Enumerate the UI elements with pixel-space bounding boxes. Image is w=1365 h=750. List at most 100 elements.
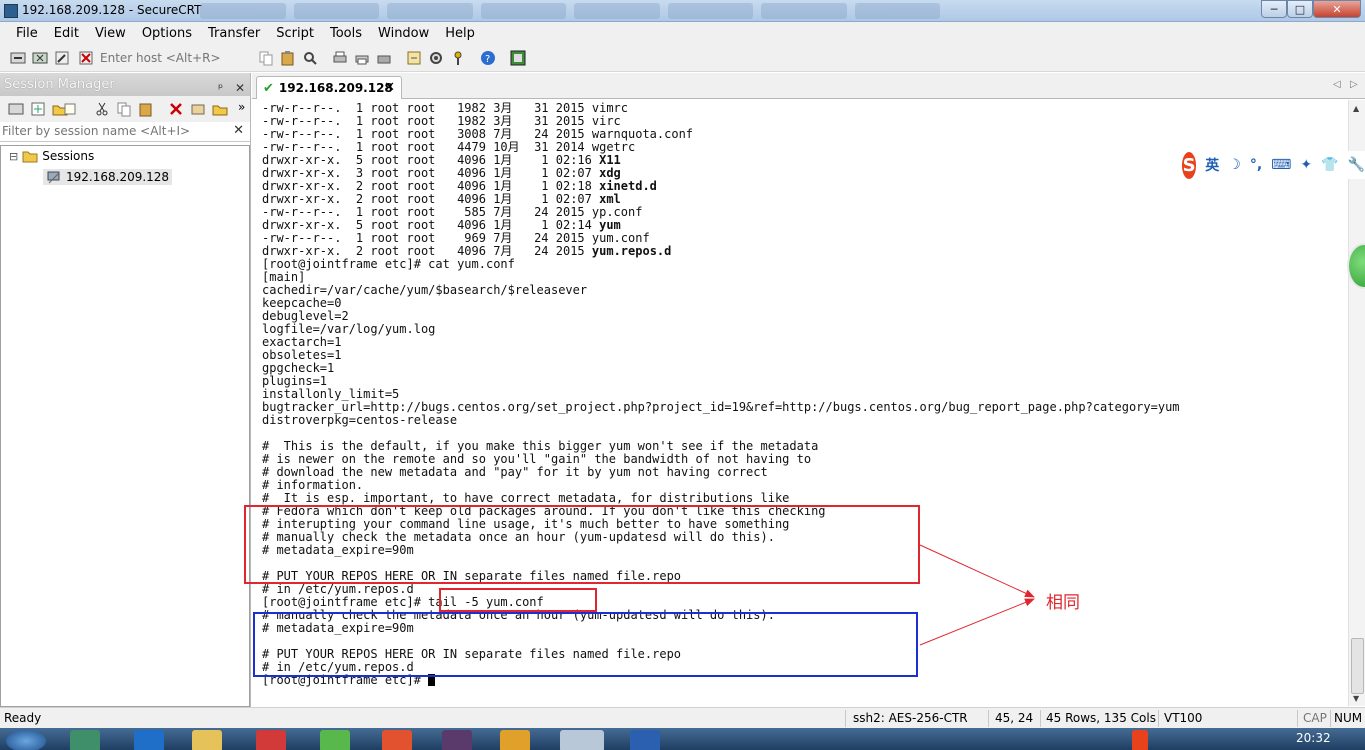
close-tab-icon[interactable]: ✕ [384, 80, 395, 95]
cut-icon[interactable] [94, 101, 110, 117]
directory-name: yum.repos.d [591, 244, 672, 258]
start-button-icon[interactable] [6, 730, 46, 750]
close-window-button[interactable]: ✕ [1313, 0, 1361, 18]
paste-icon[interactable] [280, 50, 296, 66]
directory-name: xml [599, 192, 621, 206]
directory-name: xdg [599, 166, 621, 180]
maximize-button[interactable]: □ [1287, 0, 1313, 18]
taskbar-clock: 20:32 [1296, 731, 1331, 745]
directory-name: X11 [599, 153, 621, 167]
clear-filter-icon[interactable]: ✕ [233, 123, 244, 138]
menu-script[interactable]: Script [268, 26, 322, 41]
taskbar-app-1-icon[interactable] [70, 730, 100, 750]
ime-keyboard-icon[interactable]: ⌨ [1271, 157, 1291, 173]
ime-language-toggle[interactable]: 英 [1205, 155, 1219, 175]
taskbar-explorer-icon[interactable] [192, 730, 222, 750]
terminal-line: exactarch=1 [262, 335, 342, 349]
menu-bar: File Edit View Options Transfer Script T… [0, 22, 1365, 44]
menu-options[interactable]: Options [134, 26, 200, 41]
printer-setup-icon[interactable] [376, 50, 392, 66]
menu-view[interactable]: View [87, 26, 134, 41]
securecrt-app-icon [4, 4, 18, 18]
menu-transfer[interactable]: Transfer [200, 26, 268, 41]
minimize-button[interactable]: ─ [1261, 0, 1287, 18]
collapse-icon[interactable]: ⊟ [9, 150, 18, 163]
copy-session-icon[interactable] [116, 101, 132, 117]
status-num-lock: NUM [1334, 711, 1363, 725]
taskbar-browser-green-icon[interactable] [320, 730, 350, 750]
ime-settings-icon[interactable]: 🔧 [1348, 157, 1365, 173]
copy-icon[interactable] [258, 50, 274, 66]
session-settings-icon[interactable] [190, 101, 206, 117]
tree-node-session-host[interactable]: 192.168.209.128 [43, 169, 173, 185]
terminal-view[interactable]: -rw-r--r--. 1 root root 1982 3月 31 2015 … [252, 100, 1348, 688]
enter-host-input[interactable] [100, 49, 250, 67]
find-icon[interactable] [302, 50, 318, 66]
connect-icon[interactable] [10, 50, 26, 66]
session-manager-header: Session Manager ᵖ ✕ [0, 73, 250, 96]
directory-name: yum [599, 218, 621, 232]
terminal-line: logfile=/var/log/yum.log [262, 322, 436, 336]
status-caps-lock: CAP [1303, 711, 1327, 725]
taskbar-securecrt-icon[interactable] [560, 730, 604, 750]
background-window-tabs [200, 3, 940, 19]
connected-check-icon: ✔ [263, 80, 274, 96]
menu-tools[interactable]: Tools [322, 26, 370, 41]
terminal-line: [root@jointframe etc]# cat yum.conf [262, 257, 515, 271]
terminal-line: # metadata_expire=90m [262, 543, 414, 557]
terminal-line: obsoletes=1 [262, 348, 342, 362]
sogou-logo-icon[interactable]: S [1182, 151, 1197, 179]
system-tray-icons[interactable] [1156, 730, 1286, 750]
tab-next-arrow-icon[interactable]: ▷ [1350, 79, 1358, 90]
disconnect-icon[interactable] [78, 50, 94, 66]
scroll-up-arrow-icon[interactable]: ▲ [1353, 104, 1359, 113]
taskbar-media-icon[interactable] [256, 730, 286, 750]
menu-edit[interactable]: Edit [46, 26, 87, 41]
ime-moon-icon[interactable]: ☽ [1228, 157, 1241, 173]
connect-in-tab-icon[interactable] [54, 50, 70, 66]
terminal-line: keepcache=0 [262, 296, 342, 310]
ime-punctuation-icon[interactable]: °, [1250, 157, 1262, 173]
delete-session-icon[interactable] [168, 101, 184, 117]
ime-star-icon[interactable]: ✦ [1300, 157, 1312, 173]
title-bar: 192.168.209.128 - SecureCRT ─ □ ✕ [0, 0, 1365, 22]
folder-icon[interactable] [212, 101, 228, 117]
terminal-scrollbar[interactable]: ▲ ▼ [1348, 100, 1365, 706]
tray-sogou-icon[interactable] [1132, 730, 1148, 750]
menu-file[interactable]: File [8, 26, 46, 41]
scrollbar-thumb[interactable] [1351, 638, 1364, 694]
session-filter-bar: ✕ [0, 122, 250, 142]
taskbar-ie-icon[interactable] [134, 730, 164, 750]
menu-window[interactable]: Window [370, 26, 437, 41]
status-terminal-type: VT100 [1164, 711, 1203, 725]
quick-connect-icon[interactable] [32, 50, 48, 66]
tree-node-sessions[interactable]: ⊟ Sessions [9, 149, 94, 163]
keymap-icon[interactable] [450, 50, 466, 66]
status-terminal-size: 45 Rows, 135 Cols [1046, 711, 1156, 725]
print-selection-icon[interactable] [354, 50, 370, 66]
taskbar-app-grid-icon[interactable] [500, 730, 530, 750]
new-session-icon[interactable] [30, 101, 46, 117]
connect-session-icon[interactable] [8, 101, 24, 117]
session-options-icon[interactable] [406, 50, 422, 66]
sftp-icon[interactable] [510, 50, 526, 66]
session-manager-panel: Session Manager ᵖ ✕ » ✕ ⊟ Sessions 192.1… [0, 73, 251, 707]
help-icon[interactable]: ? [480, 50, 496, 66]
taskbar-word-icon[interactable] [630, 730, 660, 750]
menu-help[interactable]: Help [437, 26, 483, 41]
print-icon[interactable] [332, 50, 348, 66]
session-filter-input[interactable] [0, 122, 230, 140]
terminal-line: gpgcheck=1 [262, 361, 335, 375]
taskbar-javaee-icon[interactable] [442, 730, 472, 750]
terminal-line: # download the new metadata and "pay" fo… [262, 465, 768, 479]
tab-session-192-168-209-128[interactable]: ✔ 192.168.209.128 ✕ [256, 76, 402, 99]
more-tools-chevron-icon[interactable]: » [238, 100, 245, 114]
session-properties-icon[interactable] [62, 101, 78, 117]
paste-session-icon[interactable] [138, 101, 154, 117]
svg-text:?: ? [485, 54, 490, 65]
scroll-down-arrow-icon[interactable]: ▼ [1353, 694, 1359, 703]
tab-prev-arrow-icon[interactable]: ◁ [1333, 79, 1341, 90]
ime-skin-icon[interactable]: 👕 [1321, 157, 1338, 173]
taskbar-chrome-icon[interactable] [382, 730, 412, 750]
global-options-icon[interactable] [428, 50, 444, 66]
